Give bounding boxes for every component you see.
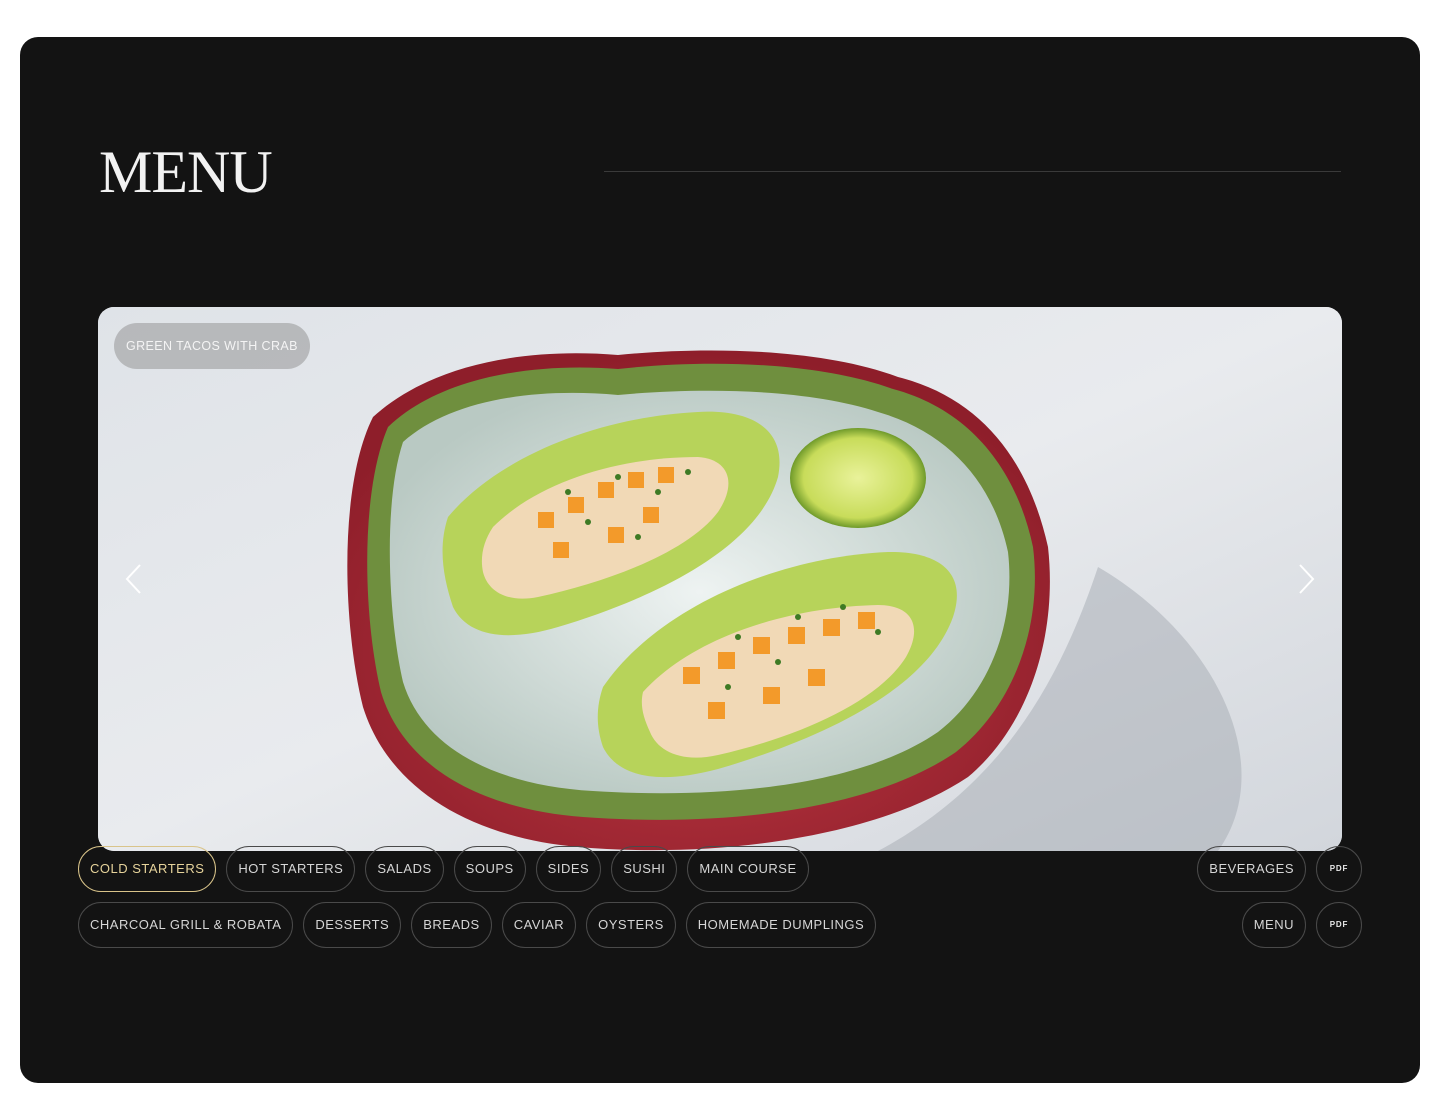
title-divider bbox=[604, 171, 1341, 172]
category-salads[interactable]: SALADS bbox=[365, 846, 444, 892]
previous-slide-button[interactable] bbox=[114, 559, 154, 599]
category-hot-starters[interactable]: HOT STARTERS bbox=[226, 846, 356, 892]
beverages-pdf-button[interactable]: PDF bbox=[1316, 846, 1362, 892]
category-caviar[interactable]: CAVIAR bbox=[501, 902, 577, 948]
page-title: MENU bbox=[99, 139, 273, 205]
category-charcoal-grill-robata[interactable]: CHARCOAL GRILL & ROBATA bbox=[78, 902, 294, 948]
menu-download-row: MENU PDF bbox=[1241, 902, 1362, 948]
category-sushi[interactable]: SUSHI bbox=[611, 846, 678, 892]
beverages-button[interactable]: BEVERAGES bbox=[1197, 846, 1306, 892]
menu-button[interactable]: MENU bbox=[1241, 902, 1306, 948]
dish-caption: GREEN TACOS WITH CRAB bbox=[114, 323, 310, 369]
category-sides[interactable]: SIDES bbox=[535, 846, 602, 892]
category-soups[interactable]: SOUPS bbox=[453, 846, 526, 892]
dish-carousel: GREEN TACOS WITH CRAB bbox=[98, 307, 1342, 851]
category-homemade-dumplings[interactable]: HOMEMADE DUMPLINGS bbox=[685, 902, 877, 948]
category-oysters[interactable]: OYSTERS bbox=[586, 902, 676, 948]
category-breads[interactable]: BREADS bbox=[411, 902, 492, 948]
beverages-download-row: BEVERAGES PDF bbox=[1197, 846, 1362, 892]
category-row-1: COLD STARTERS HOT STARTERS SALADS SOUPS … bbox=[78, 846, 809, 892]
chevron-left-icon bbox=[125, 564, 141, 594]
chevron-right-icon bbox=[1299, 564, 1315, 594]
dish-photo bbox=[98, 307, 1342, 851]
category-row-2: CHARCOAL GRILL & ROBATA DESSERTS BREADS … bbox=[78, 902, 877, 948]
category-desserts[interactable]: DESSERTS bbox=[303, 902, 402, 948]
category-main-course[interactable]: MAIN COURSE bbox=[687, 846, 809, 892]
menu-pdf-button[interactable]: PDF bbox=[1316, 902, 1362, 948]
category-cold-starters[interactable]: COLD STARTERS bbox=[78, 846, 217, 892]
next-slide-button[interactable] bbox=[1286, 559, 1326, 599]
